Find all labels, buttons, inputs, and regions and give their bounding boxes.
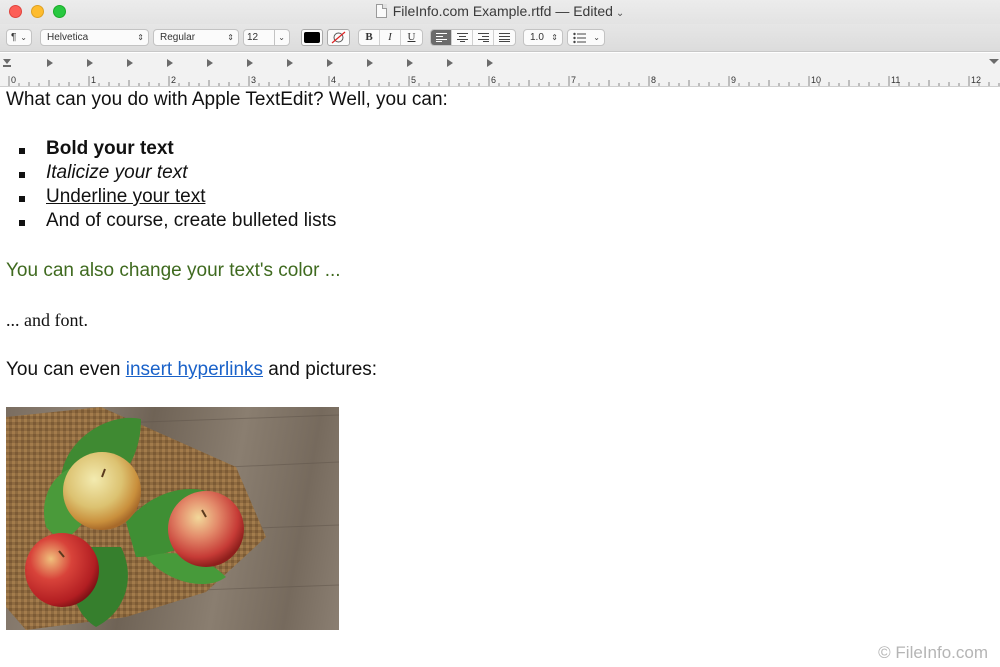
tab-stop-marker[interactable] xyxy=(367,59,373,67)
bullet-marker xyxy=(19,172,25,178)
tab-stop-marker[interactable] xyxy=(407,59,413,67)
window-title: FileInfo.com Example.rtfd — Edited xyxy=(392,3,613,19)
colored-text-line: You can also change your text's color ..… xyxy=(6,260,341,281)
bullet-item-italic: Italicize your text xyxy=(46,162,188,183)
updown-arrows-icon: ⇕ xyxy=(551,33,558,42)
chevron-down-icon: ⌄ xyxy=(274,30,285,45)
background-color-well[interactable] xyxy=(327,29,350,46)
tab-stop-marker[interactable] xyxy=(207,59,213,67)
align-center-button[interactable] xyxy=(452,30,473,45)
align-right-icon xyxy=(477,33,489,42)
bullet-marker xyxy=(19,196,25,202)
tab-stop-marker[interactable] xyxy=(247,59,253,67)
no-color-icon xyxy=(331,31,346,44)
tab-stop-marker[interactable] xyxy=(447,59,453,67)
line-spacing-popup[interactable]: 1.0 ⇕ xyxy=(523,29,563,46)
hyperlink[interactable]: insert hyperlinks xyxy=(126,359,263,380)
hyperlink-suffix: and pictures: xyxy=(263,359,378,380)
tab-stop-marker[interactable] xyxy=(327,59,333,67)
ruler-scale: 0 1 2 3 4 5 6 7 8 9 10 11 12 xyxy=(3,59,1000,86)
format-toolbar: ¶ ⌄ Helvetica ⇕ Regular ⇕ 12 ⌄ B I U 1.0… xyxy=(0,24,1000,52)
ruler[interactable]: 0 1 2 3 4 5 6 7 8 9 10 11 12 xyxy=(0,53,1000,87)
underline-button[interactable]: U xyxy=(401,30,422,45)
updown-arrows-icon: ⇕ xyxy=(137,33,144,42)
italic-button[interactable]: I xyxy=(380,30,401,45)
bullet-item-list: And of course, create bulleted lists xyxy=(46,210,337,231)
align-justify-icon xyxy=(499,33,510,42)
embedded-apple-picture[interactable] xyxy=(6,407,339,630)
ruler-number: 9 xyxy=(731,75,736,85)
bullet-marker xyxy=(19,148,25,154)
font-change-line: ... and font. xyxy=(6,310,88,330)
ruler-number: 4 xyxy=(331,75,336,85)
ruler-number: 3 xyxy=(251,75,256,85)
align-justify-button[interactable] xyxy=(494,30,515,45)
typeface-popup[interactable]: Regular ⇕ xyxy=(153,29,239,46)
right-margin-marker[interactable] xyxy=(989,59,999,64)
ruler-number: 10 xyxy=(811,75,821,85)
apple-image xyxy=(6,407,339,630)
line-spacing-value: 1.0 xyxy=(530,32,544,43)
text-color-well[interactable] xyxy=(301,29,323,46)
ruler-number: 5 xyxy=(411,75,416,85)
font-family-popup[interactable]: Helvetica ⇕ xyxy=(40,29,149,46)
chevron-down-icon: ⌄ xyxy=(20,33,27,42)
chevron-down-icon[interactable]: ⌄ xyxy=(616,8,624,19)
tab-stop-marker[interactable] xyxy=(287,59,293,67)
ruler-number: 12 xyxy=(971,75,981,85)
list-icon xyxy=(573,32,586,44)
ruler-number: 2 xyxy=(171,75,176,85)
title-bar[interactable]: FileInfo.com Example.rtfd — Edited ⌄ xyxy=(0,0,1000,24)
watermark: © FileInfo.com xyxy=(878,643,988,662)
tab-stop-marker[interactable] xyxy=(87,59,93,67)
bullet-item-underline: Underline your text xyxy=(46,186,206,207)
text-color-swatch xyxy=(304,32,320,43)
document-icon xyxy=(375,4,387,18)
bullet-item-bold: Bold your text xyxy=(46,138,174,159)
tab-stop-marker[interactable] xyxy=(167,59,173,67)
paragraph-icon: ¶ xyxy=(11,32,17,43)
bold-button[interactable]: B xyxy=(359,30,380,45)
updown-arrows-icon: ⇕ xyxy=(227,33,234,42)
ruler-number: 0 xyxy=(11,75,16,85)
ruler-number: 11 xyxy=(891,75,900,85)
tab-stop-marker[interactable] xyxy=(47,59,53,67)
align-left-button[interactable] xyxy=(431,30,452,45)
intro-line: What can you do with Apple TextEdit? Wel… xyxy=(6,89,448,110)
ruler-number: 7 xyxy=(571,75,576,85)
align-left-icon xyxy=(435,33,447,42)
ruler-number: 8 xyxy=(651,75,656,85)
tab-stop-marker[interactable] xyxy=(487,59,493,67)
left-indent-marker[interactable] xyxy=(3,59,11,64)
bullet-marker xyxy=(19,220,25,226)
font-size-combo[interactable]: 12 ⌄ xyxy=(243,29,290,46)
ruler-number: 1 xyxy=(91,75,96,85)
ruler-number: 6 xyxy=(491,75,496,85)
font-family-value: Helvetica xyxy=(47,32,89,43)
align-center-icon xyxy=(456,33,468,42)
hyperlink-line: You can even insert hyperlinks and pictu… xyxy=(6,359,377,381)
paragraph-styles-popup[interactable]: ¶ ⌄ xyxy=(6,29,32,46)
chevron-down-icon: ⌄ xyxy=(593,33,600,42)
alignment-buttons xyxy=(430,29,516,46)
list-style-popup[interactable]: ⌄ xyxy=(567,29,605,46)
hyperlink-prefix: You can even xyxy=(6,359,126,380)
window-title-area[interactable]: FileInfo.com Example.rtfd — Edited ⌄ xyxy=(0,3,1000,19)
first-line-indent-marker[interactable] xyxy=(3,65,11,67)
tab-stop-marker[interactable] xyxy=(127,59,133,67)
align-right-button[interactable] xyxy=(473,30,494,45)
typeface-value: Regular xyxy=(160,32,196,43)
text-style-buttons: B I U xyxy=(358,29,423,46)
font-size-value: 12 xyxy=(247,32,259,43)
